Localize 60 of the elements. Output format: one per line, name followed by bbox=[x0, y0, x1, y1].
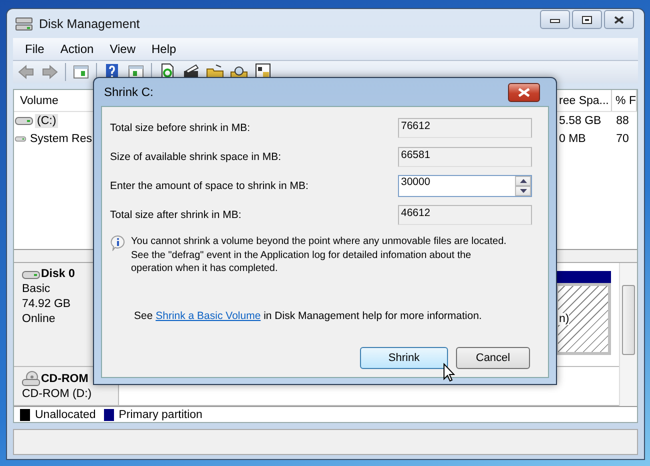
down-arrow-icon bbox=[520, 188, 526, 192]
info-icon bbox=[110, 235, 126, 251]
disk-name: CD-ROM bbox=[41, 372, 88, 386]
close-icon bbox=[614, 16, 624, 24]
close-icon bbox=[518, 88, 530, 96]
menu-item[interactable]: File bbox=[17, 42, 52, 56]
help-text: See Shrink a Basic Volume in Disk Management help for more information. bbox=[133, 310, 483, 322]
minimize-icon bbox=[550, 16, 560, 22]
disk-info: Basic bbox=[22, 282, 52, 297]
value-field: 76612 bbox=[398, 118, 532, 138]
amount-field[interactable]: 30000 bbox=[398, 174, 532, 196]
spin-down-button[interactable] bbox=[515, 186, 531, 196]
disk-info: Online bbox=[22, 312, 56, 327]
disk-info: 74.92 GB bbox=[22, 297, 72, 312]
up-arrow-icon bbox=[520, 178, 526, 182]
drive-icon bbox=[15, 116, 33, 126]
close-button[interactable] bbox=[508, 82, 540, 102]
disk-name: Disk 0 bbox=[41, 267, 75, 282]
menu-item[interactable]: View bbox=[102, 42, 144, 56]
field-label: Total size after shrink in MB: bbox=[110, 208, 242, 220]
menu-item[interactable]: Help bbox=[144, 42, 184, 56]
table-cell-text: 70 bbox=[615, 133, 630, 145]
legend-label: Unallocated bbox=[35, 408, 96, 420]
table-cell-text: 88 bbox=[615, 115, 630, 127]
spin-up-button[interactable] bbox=[515, 176, 531, 186]
maximize-button[interactable] bbox=[572, 10, 602, 29]
legend-label: Primary partition bbox=[118, 408, 202, 420]
dialog-title: Shrink C: bbox=[104, 85, 154, 99]
column-header[interactable]: % F bbox=[612, 90, 637, 111]
drive-icon bbox=[15, 134, 26, 144]
help-link[interactable]: Shrink a Basic Volume bbox=[156, 310, 261, 322]
maximize-icon bbox=[582, 16, 592, 24]
column-header[interactable]: ree Spa... bbox=[558, 90, 612, 111]
scrollbar[interactable] bbox=[619, 263, 637, 406]
close-button[interactable] bbox=[604, 10, 634, 29]
drive-entry[interactable]: System Res bbox=[28, 132, 94, 146]
window-title: Disk Management bbox=[39, 16, 140, 30]
info-message: You cannot shrink a volume beyond the point where any unmovable files are located. See the "defrag" event in the Application log for detailed infomation about the operation when it has completed. bbox=[131, 235, 506, 276]
minimize-button[interactable] bbox=[540, 10, 570, 29]
disk-info: CD-ROM (D:) bbox=[22, 387, 93, 402]
value-field: 46612 bbox=[398, 204, 532, 224]
field-label: Total size before shrink in MB: bbox=[110, 122, 250, 134]
partition-label: n) bbox=[558, 313, 570, 325]
drive-icon bbox=[22, 270, 40, 280]
dialog-button[interactable]: Cancel bbox=[456, 347, 530, 369]
drive-entry[interactable]: (C:) bbox=[35, 114, 58, 128]
app-icon bbox=[15, 16, 33, 32]
cd-drive-icon bbox=[22, 371, 40, 387]
forward-arrow-icon[interactable] bbox=[41, 63, 59, 81]
value-field: 66581 bbox=[398, 146, 532, 166]
partition-bar bbox=[555, 271, 611, 283]
field-label: Size of available shrink space in MB: bbox=[110, 150, 281, 162]
field-label: Enter the amount of space to shrink in MB: bbox=[110, 180, 308, 192]
menu-item[interactable]: Action bbox=[52, 42, 102, 56]
partition-block[interactable]: n) bbox=[555, 283, 611, 355]
mouse-pointer-icon bbox=[443, 363, 455, 382]
table-cell-text: 0 MB bbox=[558, 133, 587, 145]
table-cell-text: 5.58 GB bbox=[558, 115, 602, 127]
dialog-button[interactable]: Shrink bbox=[360, 347, 448, 369]
back-arrow-icon[interactable] bbox=[17, 63, 35, 81]
